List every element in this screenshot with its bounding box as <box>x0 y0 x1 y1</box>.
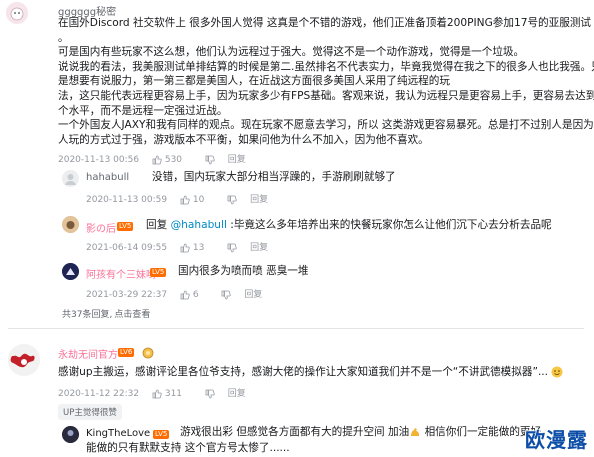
reply-date: 2021-03-29 22:37 <box>86 290 168 300</box>
reply-username[interactable]: 阿孩有个三妹哟 <box>86 266 156 281</box>
comment-line: 说说我的看法，我美服测试单排结算的时候是第二.虽然排名不代表实力，毕竟我觉得在我… <box>58 60 594 73</box>
thumbs-down-icon <box>227 243 237 252</box>
level-badge: LV5 <box>117 222 134 231</box>
comment-meta: 2020-11-13 00:56 530 回复 <box>58 152 256 165</box>
avatar-image <box>62 216 79 233</box>
thumbs-down-icon <box>227 195 237 204</box>
reply-body: 游戏很出彩 但感觉各方面都有大的提升空间 加油 <box>180 426 410 438</box>
thumbs-down-icon <box>205 155 215 164</box>
reply-text: 国内很多为喷而喷 恶臭一堆 <box>178 265 309 277</box>
reply-meta: 2021-06-14 09:55 13 回复 <box>86 240 278 253</box>
comment-line: 一个外国友人JAXY和我有同样的观点。现在玩家不愿意去学习，所以 这类游戏更容易… <box>58 119 594 132</box>
watermark: 欧漫露 <box>525 428 588 452</box>
dislike-button[interactable] <box>205 389 218 399</box>
dislike-button[interactable] <box>205 155 218 165</box>
comment-date: 2020-11-12 22:32 <box>58 389 140 399</box>
comment-line: 是想要有说服力，第一第三都是美国人，在近战这方面很多美国人采用了纯远程的玩 <box>58 75 450 88</box>
reply-text: 游戏很出彩 但感觉各方面都有大的提升空间 加油 相信你们一定能做的更好， <box>180 425 552 440</box>
dislike-button[interactable] <box>227 195 240 205</box>
dislike-button[interactable] <box>227 243 240 253</box>
comment-line: 可是国内有些玩家不这么想，他们认为远程过于强大。觉得这不是一个动作游戏，觉得是一… <box>58 46 525 59</box>
medal-icon <box>142 344 154 363</box>
reply-button[interactable]: 回复 <box>250 243 268 253</box>
avatar[interactable] <box>8 344 40 376</box>
level-badge: LV5 <box>153 430 170 439</box>
comment-line: 人玩的方式过于强，游戏版本不平衡，如果问他为什么不加入，因为他不喜欢。 <box>58 133 429 146</box>
dislike-button[interactable] <box>221 290 234 300</box>
reply-count-text: 共37条回复, <box>62 310 113 320</box>
comment-meta: 2020-11-12 22:32 311 回复 <box>58 386 256 399</box>
like-count: 311 <box>164 389 183 399</box>
comment-line: 个水平，而不是远程一定强过近战。 <box>58 104 228 117</box>
reply-username[interactable]: 影の后 <box>86 220 116 235</box>
like-button[interactable]: 311 <box>152 389 195 399</box>
thumbs-down-icon <box>222 290 232 299</box>
thumbs-up-icon <box>180 290 190 299</box>
avatar-image <box>8 344 40 376</box>
like-button[interactable]: 530 <box>152 155 195 165</box>
comment-text: 在国外Discord 社交软件上 很多外国人觉得 这真是个不错的游戏，他们正准备… <box>58 16 594 147</box>
like-count: 10 <box>192 195 205 205</box>
like-button[interactable]: 6 <box>180 290 211 300</box>
level-badge: LV6 <box>118 348 135 357</box>
thumbs-up-icon <box>180 195 190 204</box>
like-button[interactable]: 13 <box>180 243 217 253</box>
reply-button[interactable]: 回复 <box>228 155 246 165</box>
reply-meta: 2021-03-29 22:37 6 回复 <box>86 287 272 300</box>
comment-username[interactable]: 永劫无间官方 <box>58 346 118 361</box>
thumbs-down-icon <box>205 389 215 398</box>
thumbs-up-icon <box>152 389 162 398</box>
reply-prefix: 回复 <box>146 219 171 231</box>
avatar-image <box>6 2 28 24</box>
avatar[interactable] <box>62 263 79 280</box>
like-button[interactable]: 10 <box>180 195 217 205</box>
avatar-image <box>62 170 79 187</box>
comment-line: 法，这只能代表远程更容易上手，因为玩家多少有FPS基础。客观来说，我认为远程只是… <box>58 89 594 102</box>
reply-button[interactable]: 回复 <box>228 389 246 399</box>
reply-body: :毕竟这么多年培养出来的快餐玩家你怎么让他们沉下心去分析去品呢 <box>226 219 552 231</box>
reply-date: 2020-11-13 00:59 <box>86 195 168 205</box>
reply-meta: 2020-11-13 00:59 10 回复 <box>86 192 278 205</box>
comment-line: 在国外Discord 社交软件上 很多外国人觉得 这真是个不错的游戏，他们正准备… <box>58 17 592 29</box>
reply-text: 回复 @hahabull :毕竟这么多年培养出来的快餐玩家你怎么让他们沉下心去分… <box>146 218 552 233</box>
comment-text: 感谢up主搬运，感谢评论里各位爷支持，感谢大佬的操作让大家知道我们并不是一个“不… <box>58 365 563 380</box>
reply-username[interactable]: hahabull <box>86 172 129 183</box>
reply-username[interactable]: KingTheLove <box>86 428 150 439</box>
avatar-image <box>62 426 79 443</box>
reply-text: 能做的只有默默支持 这个官方号太惨了...... <box>86 442 290 454</box>
like-count: 530 <box>164 155 183 165</box>
avatar-image <box>62 263 79 280</box>
comment-body: 感谢up主搬运，感谢评论里各位爷支持，感谢大佬的操作让大家知道我们并不是一个“不… <box>58 366 549 378</box>
avatar[interactable] <box>62 426 79 443</box>
up-liked-tag: UP主觉得很赞 <box>58 404 122 420</box>
comment-date: 2020-11-13 00:56 <box>58 155 140 165</box>
comment-divider <box>8 328 584 329</box>
thumbs-up-icon <box>180 243 190 252</box>
mention-link[interactable]: @hahabull <box>171 219 227 231</box>
thumbs-up-icon <box>152 155 162 164</box>
avatar[interactable] <box>62 170 79 187</box>
reply-date: 2021-06-14 09:55 <box>86 243 168 253</box>
comment-line: 。 <box>58 31 69 44</box>
reply-text: 没错，国内玩家大部分相当浮躁的，手游刷刷就够了 <box>152 171 396 183</box>
reply-button[interactable]: 回复 <box>244 290 262 300</box>
flexed-arm-icon <box>411 428 420 436</box>
like-count: 6 <box>192 290 199 300</box>
view-replies-link[interactable]: 点击查看 <box>114 310 150 320</box>
reply-button[interactable]: 回复 <box>250 195 268 205</box>
reply-count: 共37条回复, 点击查看 <box>62 307 160 320</box>
like-count: 13 <box>192 243 205 253</box>
avatar[interactable] <box>62 216 79 233</box>
emoji-icon <box>551 366 563 378</box>
avatar[interactable] <box>6 2 28 24</box>
level-badge: LV5 <box>150 268 167 277</box>
